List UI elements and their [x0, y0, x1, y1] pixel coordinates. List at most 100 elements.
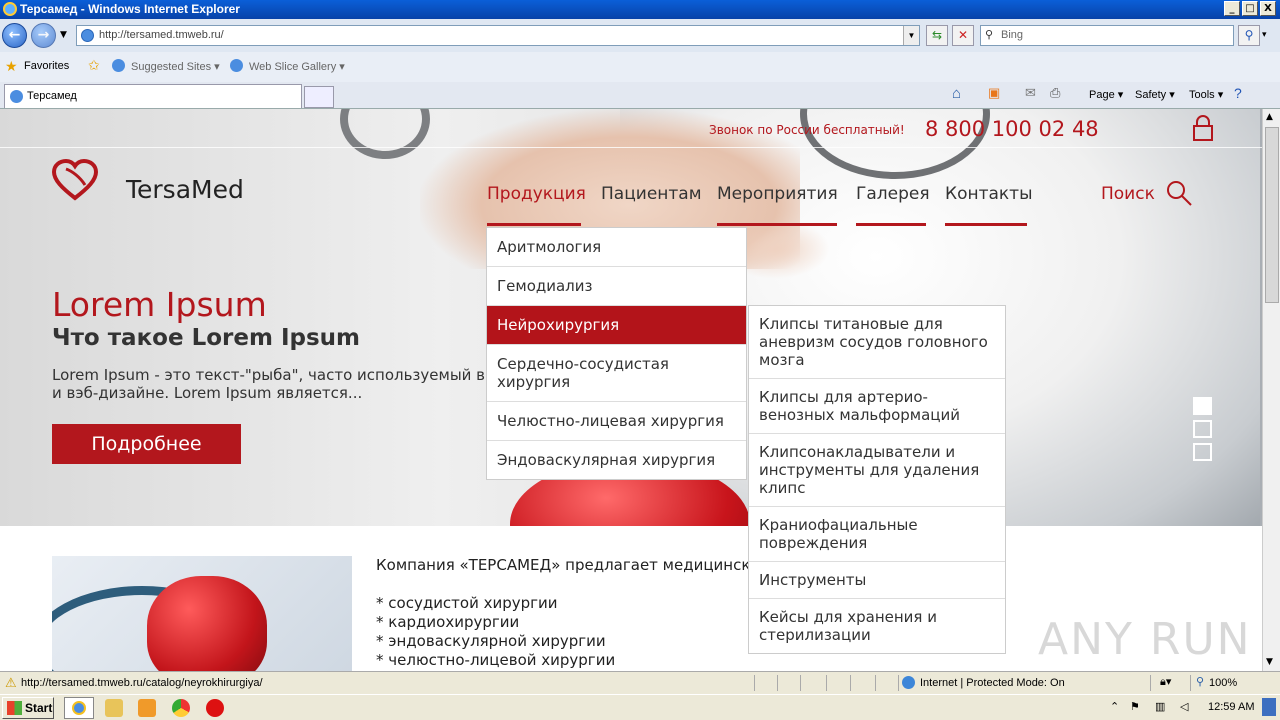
hero-subtitle: Что такое Lorem Ipsum	[52, 325, 361, 351]
more-button[interactable]: Подробнее	[52, 424, 241, 464]
menu-item-endovascular[interactable]: Эндоваскулярная хирургия	[487, 441, 746, 479]
protected-mode-icon[interactable]: 🔒︎▾	[1160, 675, 1171, 689]
company-item: * кардиохирургии	[376, 613, 520, 631]
header-divider	[0, 147, 1262, 148]
favorites-button[interactable]: Favorites	[24, 60, 69, 72]
safety-menu[interactable]: Safety ▾	[1135, 88, 1175, 101]
history-dropdown-icon[interactable]: ▼	[60, 30, 67, 40]
zoom-icon[interactable]: ⚲	[1196, 675, 1204, 688]
slider-dot-3[interactable]	[1193, 443, 1212, 461]
menu-item-cardiovascular[interactable]: Сердечно-сосудистая хирургия	[487, 345, 746, 402]
logo-text[interactable]: TersaMed	[126, 175, 244, 204]
clock[interactable]: 12:59 AM	[1208, 701, 1254, 713]
start-button[interactable]: Start	[2, 697, 54, 719]
stop-icon[interactable]: ✕	[952, 25, 974, 46]
address-bar[interactable]: http://tersamed.tmweb.ru/ ▼	[76, 25, 920, 46]
phone-note: Звонок по России бесплатный!	[709, 123, 905, 137]
products-dropdown: Аритмология Гемодиализ Нейрохирургия Сер…	[486, 227, 747, 480]
web-slice-icon	[230, 59, 243, 72]
page-favicon-icon	[81, 29, 94, 42]
heart-logo-icon[interactable]	[52, 159, 98, 201]
status-divider	[754, 675, 755, 691]
submenu-item-craniofacial[interactable]: Краниофациальные повреждения	[749, 507, 1005, 562]
tray-volume-icon[interactable]: ◁	[1180, 700, 1188, 713]
submenu-item-sterilization-cases[interactable]: Кейсы для хранения и стерилизации	[749, 599, 1005, 653]
explorer-folder-icon[interactable]	[105, 699, 123, 717]
tray-arrow-icon[interactable]: ⌃	[1110, 700, 1119, 713]
search-link[interactable]: Поиск	[1101, 184, 1155, 204]
menu-item-neurosurgery[interactable]: Нейрохирургия	[487, 306, 746, 345]
nav-events[interactable]: Мероприятия	[717, 184, 838, 204]
address-dropdown-icon[interactable]: ▼	[903, 26, 919, 45]
address-toolbar: ← → ▼ http://tersamed.tmweb.ru/ ▼ ⇆ ✕ ⚲ …	[0, 19, 1280, 52]
tools-menu[interactable]: Tools ▾	[1189, 88, 1223, 101]
menu-item-arrhythmology[interactable]: Аритмология	[487, 228, 746, 267]
refresh-icon[interactable]: ⇆	[926, 25, 948, 46]
submenu-item-instruments[interactable]: Инструменты	[749, 562, 1005, 599]
menu-item-hemodialysis[interactable]: Гемодиализ	[487, 267, 746, 306]
suggested-sites-link[interactable]: Suggested Sites ▾	[131, 60, 220, 73]
search-icon[interactable]	[1165, 179, 1193, 207]
search-options-icon[interactable]: ▾	[1262, 30, 1267, 40]
print-icon[interactable]: ⎙	[1050, 85, 1060, 101]
zoom-level[interactable]: 100%	[1209, 677, 1237, 689]
status-divider	[1190, 675, 1191, 691]
status-divider	[898, 675, 899, 691]
mail-icon[interactable]: ✉	[1025, 85, 1036, 101]
search-magnifier-icon: ⚲	[985, 29, 994, 41]
nav-underline	[487, 223, 581, 226]
scroll-down-icon[interactable]: ▼	[1266, 657, 1273, 667]
help-icon[interactable]: ?	[1234, 85, 1242, 101]
search-go-icon[interactable]: ⚲	[1238, 25, 1260, 46]
show-desktop-icon[interactable]	[1262, 698, 1276, 716]
slider-dot-2[interactable]	[1193, 420, 1212, 438]
nav-gallery[interactable]: Галерея	[856, 184, 930, 204]
phone-number[interactable]: 8 800 100 02 48	[925, 117, 1099, 141]
anyrun-watermark: ANY RUN	[1038, 614, 1252, 665]
page-menu[interactable]: Page ▾	[1089, 88, 1123, 101]
submenu-item-avm-clips[interactable]: Клипсы для артерио-венозных мальформаций	[749, 379, 1005, 434]
add-favorites-icon[interactable]: ✩	[88, 57, 100, 74]
globe-icon	[902, 676, 915, 689]
chrome-icon[interactable]	[172, 699, 190, 717]
status-divider	[777, 675, 778, 691]
nav-contacts[interactable]: Контакты	[945, 184, 1033, 204]
security-app-icon[interactable]	[206, 699, 224, 717]
taskbar-ie-window[interactable]	[64, 697, 94, 719]
close-window-button[interactable]: X	[1260, 1, 1276, 16]
tab-title: Терсамед	[27, 90, 77, 102]
home-icon[interactable]: ⌂	[952, 85, 961, 102]
menu-item-maxillofacial[interactable]: Челюстно-лицевая хирургия	[487, 402, 746, 441]
submenu-item-clip-appliers[interactable]: Клипсонакладыватели и инструменты для уд…	[749, 434, 1005, 507]
tray-network-icon[interactable]: ▥	[1155, 700, 1165, 713]
nav-products[interactable]: Продукция	[487, 184, 586, 204]
feeds-icon[interactable]: ▣	[988, 85, 1000, 101]
back-button[interactable]: ←	[2, 23, 27, 48]
maximize-button[interactable]: □	[1242, 1, 1258, 16]
tab-tersamed[interactable]: Терсамед	[4, 84, 302, 108]
submenu-item-aneurysm-clips[interactable]: Клипсы титановые для аневризм сосудов го…	[749, 306, 1005, 379]
new-tab-button[interactable]	[304, 86, 334, 108]
status-zone: Internet | Protected Mode: On	[920, 677, 1065, 689]
status-divider	[1150, 675, 1151, 691]
lock-icon[interactable]	[1192, 115, 1214, 141]
hero-text: Lorem Ipsum - это текст-"рыба", часто ис…	[52, 366, 500, 402]
nav-underline	[856, 223, 926, 226]
scroll-up-icon[interactable]: ▲	[1266, 112, 1273, 122]
status-divider	[826, 675, 827, 691]
heart-stethoscope-image	[52, 556, 352, 671]
nav-patients[interactable]: Пациентам	[601, 184, 702, 204]
tray-flag-icon[interactable]: ⚑	[1130, 700, 1140, 713]
scroll-thumb[interactable]	[1265, 127, 1279, 303]
vertical-scrollbar[interactable]: ▲ ▼	[1262, 109, 1280, 671]
web-slice-gallery-link[interactable]: Web Slice Gallery ▾	[249, 60, 345, 73]
status-divider	[800, 675, 801, 691]
slider-dot-1[interactable]	[1193, 397, 1212, 415]
status-url: http://tersamed.tmweb.ru/catalog/neyrokh…	[21, 677, 263, 689]
minimize-button[interactable]: _	[1224, 1, 1240, 16]
media-player-icon[interactable]	[138, 699, 156, 717]
search-box[interactable]: ⚲ Bing	[980, 25, 1234, 46]
favorites-bar: ★ Favorites ✩ Suggested Sites ▾ Web Slic…	[0, 52, 1280, 82]
forward-button[interactable]: →	[31, 23, 56, 48]
